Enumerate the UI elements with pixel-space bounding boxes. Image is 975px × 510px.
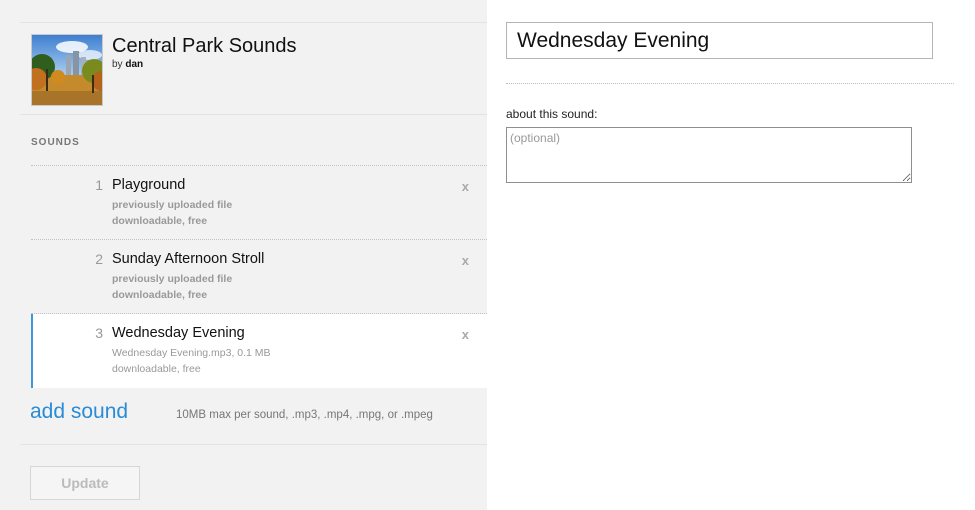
sound-number: 1 xyxy=(95,177,103,193)
add-sound-bar: add sound 10MB max per sound, .mp3, .mp4… xyxy=(20,387,487,445)
sound-title[interactable]: Playground xyxy=(112,177,185,193)
sound-license-info: downloadable, free xyxy=(112,215,208,227)
update-button[interactable]: Update xyxy=(30,466,140,500)
byline-prefix: by xyxy=(112,59,123,70)
sound-row[interactable]: 2 Sunday Afternoon Stroll previously upl… xyxy=(31,240,487,314)
remove-sound-button[interactable]: x xyxy=(462,253,469,268)
park-landscape-icon xyxy=(32,35,102,105)
divider xyxy=(506,83,954,84)
sounds-heading: SOUNDS xyxy=(31,137,80,148)
sound-license-info: downloadable, free xyxy=(112,363,201,375)
author-name[interactable]: dan xyxy=(125,59,143,70)
sound-title-input[interactable] xyxy=(506,22,933,59)
sound-number: 2 xyxy=(95,251,103,267)
set-title: Central Park Sounds xyxy=(112,35,297,57)
add-sound-button[interactable]: add sound xyxy=(30,400,128,424)
upload-limits-hint: 10MB max per sound, .mp3, .mp4, .mpg, or… xyxy=(176,409,433,421)
sound-row[interactable]: 1 Playground previously uploaded file do… xyxy=(31,166,487,240)
sound-file-info: previously uploaded file xyxy=(112,199,233,211)
sounds-list: 1 Playground previously uploaded file do… xyxy=(31,165,487,388)
sound-number: 3 xyxy=(95,325,103,341)
sound-title[interactable]: Sunday Afternoon Stroll xyxy=(112,251,264,267)
sound-file-info: Wednesday Evening.mp3, 0.1 MB xyxy=(112,347,271,359)
sound-license-info: downloadable, free xyxy=(112,289,208,301)
cover-art-image xyxy=(31,34,103,106)
remove-sound-button[interactable]: x xyxy=(462,327,469,342)
remove-sound-button[interactable]: x xyxy=(462,179,469,194)
set-byline: by dan xyxy=(112,59,143,70)
about-sound-textarea[interactable] xyxy=(506,127,912,183)
sounds-panel: Central Park Sounds by dan SOUNDS 1 Play… xyxy=(0,0,487,510)
about-sound-label: about this sound: xyxy=(506,107,598,121)
set-header: Central Park Sounds by dan xyxy=(20,22,487,115)
sound-title[interactable]: Wednesday Evening xyxy=(112,325,245,341)
sound-file-info: previously uploaded file xyxy=(112,273,233,285)
sound-row-selected[interactable]: 3 Wednesday Evening Wednesday Evening.mp… xyxy=(31,314,487,388)
